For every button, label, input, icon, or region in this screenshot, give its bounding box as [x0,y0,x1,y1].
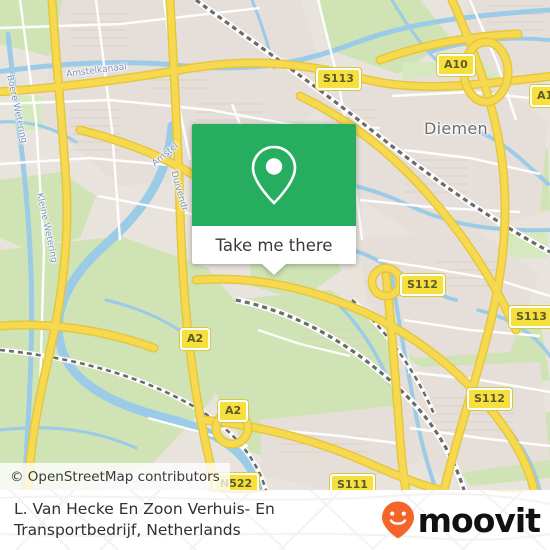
road-shield-a1: A1 [530,85,550,107]
road-shield-a2: A2 [180,328,211,350]
callout-icon-area [192,124,356,226]
road-shield-s113: S113 [316,68,361,90]
map-pin-icon [251,145,297,205]
moovit-brand[interactable]: moovit [380,500,550,540]
moovit-smiley-pin-icon [381,501,414,539]
road-shield-s111: S111 [330,474,375,490]
map-screenshot: Amstelkanaal Boere Wetering Kleine Weter… [0,0,550,550]
map-attribution: © OpenStreetMap contributors [0,463,230,490]
road-shield-s112: S112 [400,274,445,296]
take-me-there-label: Take me there [215,235,333,255]
road-shield-s112: S112 [467,388,512,410]
callout-action-area[interactable]: Take me there [192,226,356,275]
attribution-text: © OpenStreetMap contributors [10,468,220,485]
take-me-there-callout[interactable]: Take me there [192,124,356,275]
callout-tail [262,264,286,275]
road-shield-s113: S113 [509,306,550,328]
road-shield-a10: A10 [437,54,475,76]
moovit-wordmark: moovit [417,500,541,540]
page-title: L. Van Hecke En Zoon Verhuis- En Transpo… [14,500,275,539]
footer-bar: L. Van Hecke En Zoon Verhuis- En Transpo… [0,490,550,550]
road-shield-a2: A2 [218,400,249,422]
